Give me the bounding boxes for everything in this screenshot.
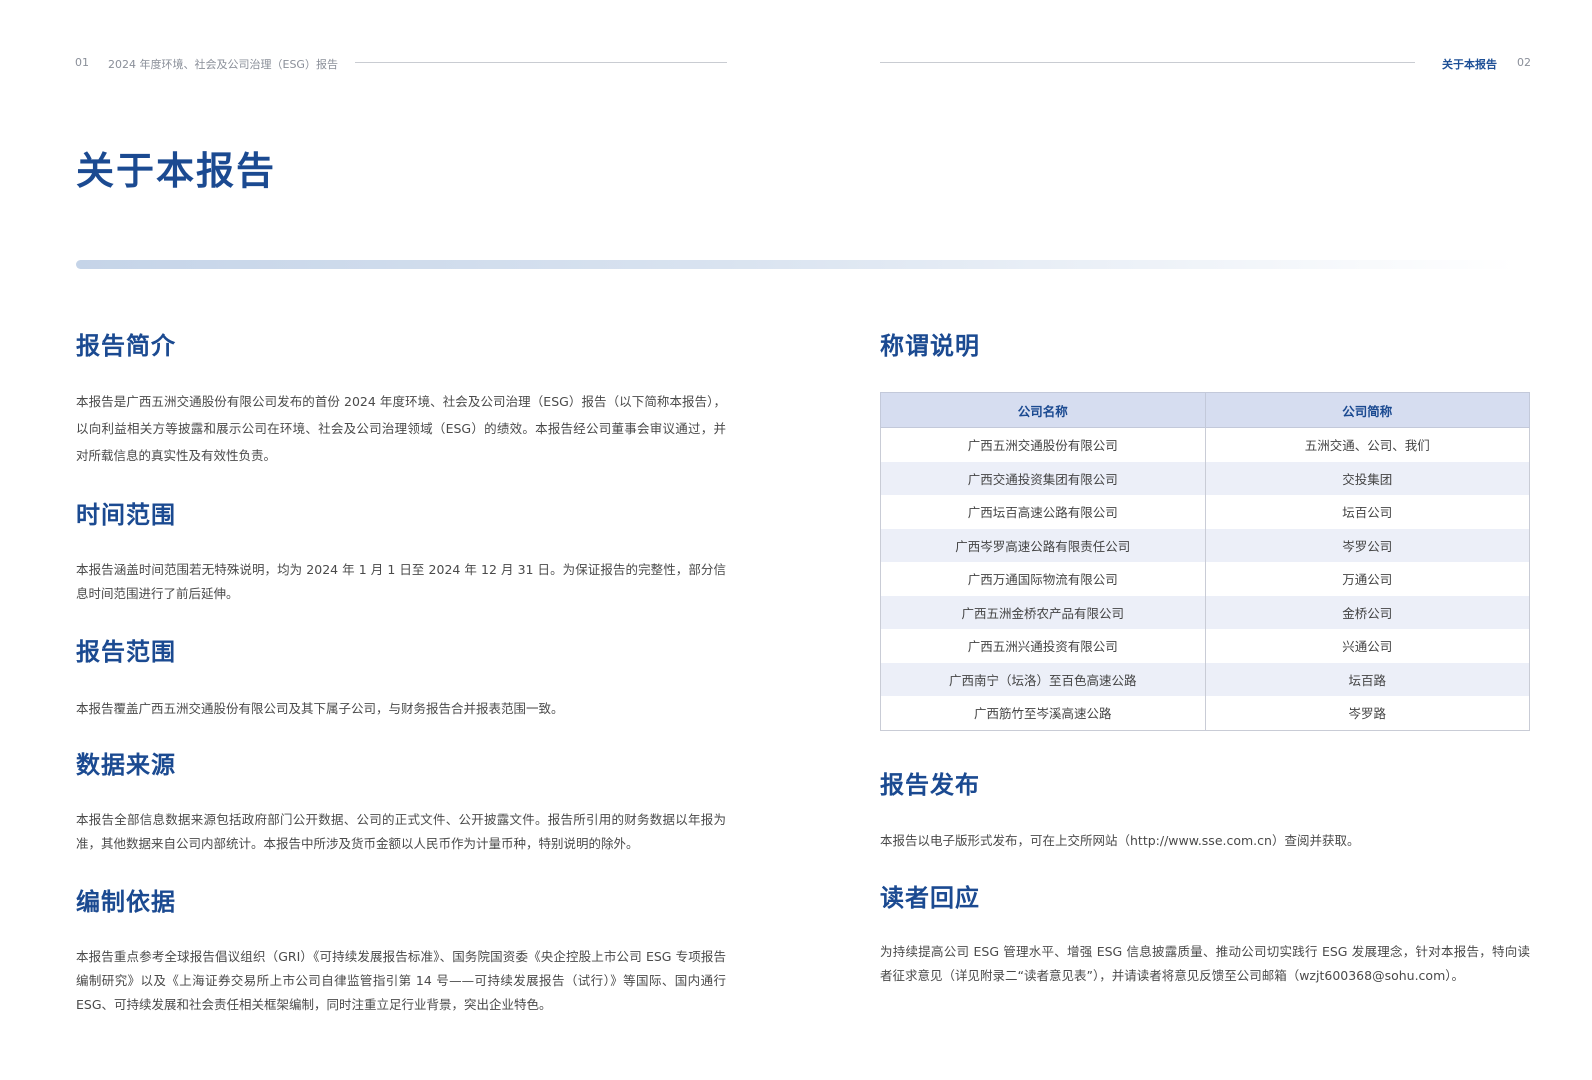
company-name-cell: 广西五洲兴通投资有限公司: [880, 629, 1206, 663]
short-name-cell: 坛百路: [1204, 662, 1530, 696]
short-name-cell: 金桥公司: [1204, 595, 1530, 629]
left-page-number: 01: [75, 56, 89, 69]
company-name-table: 公司名称 公司简称 广西五洲交通股份有限公司 五洲交通、公司、我们 广西交通投资…: [880, 392, 1530, 731]
section-text-feedback: 为持续提高公司 ESG 管理水平、增强 ESG 信息披露质量、推动公司切实践行 …: [880, 944, 1530, 983]
short-name-cell: 岑罗公司: [1204, 528, 1530, 562]
short-name-cell: 坛百公司: [1204, 495, 1530, 529]
company-name-cell: 广西五洲交通股份有限公司: [880, 427, 1206, 462]
company-name-cell: 广西筋竹至岑溪高速公路: [880, 696, 1206, 731]
company-name-cell: 广西万通国际物流有限公司: [880, 562, 1206, 596]
section-title-basis: 编制依据: [76, 888, 176, 916]
section-title-names: 称谓说明: [880, 332, 980, 360]
section-text-release: 本报告以电子版形式发布，可在上交所网站（http://www.sse.com.c…: [880, 833, 1360, 848]
table-row: 广西南宁（坛洛）至百色高速公路 坛百路: [880, 662, 1530, 696]
report-running-title: 2024 年度环境、社会及公司治理（ESG）报告: [108, 58, 338, 71]
section-title-scope: 报告范围: [76, 638, 176, 666]
company-name-cell: 广西五洲金桥农产品有限公司: [880, 595, 1206, 629]
section-text-data-source: 本报告全部信息数据来源包括政府部门公开数据、公司的正式文件、公开披露文件。报告所…: [76, 812, 726, 851]
page-title: 关于本报告: [76, 149, 277, 193]
section-text-basis: 本报告重点参考全球报告倡议组织（GRI）《可持续发展报告标准》、国务院国资委《央…: [76, 949, 726, 1012]
section-title-data-source: 数据来源: [76, 751, 176, 779]
table-header-row: 公司名称 公司简称: [880, 392, 1530, 428]
column-header-company-name: 公司名称: [880, 392, 1206, 428]
table-row: 广西坛百高速公路有限公司 坛百公司: [880, 495, 1530, 529]
short-name-cell: 交投集团: [1204, 461, 1530, 495]
table-row: 广西筋竹至岑溪高速公路 岑罗路: [880, 696, 1530, 731]
header-divider-left: [355, 62, 727, 63]
title-gradient-bar: [76, 260, 1516, 269]
section-title-feedback: 读者回应: [880, 884, 980, 912]
table-row: 广西五洲兴通投资有限公司 兴通公司: [880, 629, 1530, 663]
company-name-cell: 广西交通投资集团有限公司: [880, 461, 1206, 495]
section-title-time-range: 时间范围: [76, 501, 176, 529]
short-name-cell: 兴通公司: [1204, 629, 1530, 663]
table-row: 广西五洲金桥农产品有限公司 金桥公司: [880, 595, 1530, 629]
section-title-release: 报告发布: [880, 771, 980, 799]
right-page-number: 02: [1517, 56, 1531, 69]
section-running-title: 关于本报告: [1442, 58, 1497, 71]
table-row: 广西交通投资集团有限公司 交投集团: [880, 461, 1530, 495]
column-header-short-name: 公司简称: [1204, 392, 1530, 428]
company-name-cell: 广西岑罗高速公路有限责任公司: [880, 528, 1206, 562]
short-name-cell: 万通公司: [1204, 562, 1530, 596]
section-text-scope: 本报告覆盖广西五洲交通股份有限公司及其下属子公司，与财务报告合并报表范围一致。: [76, 701, 564, 716]
table-row: 广西万通国际物流有限公司 万通公司: [880, 562, 1530, 596]
company-name-cell: 广西南宁（坛洛）至百色高速公路: [880, 662, 1206, 696]
table-row: 广西岑罗高速公路有限责任公司 岑罗公司: [880, 528, 1530, 562]
company-name-cell: 广西坛百高速公路有限公司: [880, 495, 1206, 529]
section-text-time-range: 本报告涵盖时间范围若无特殊说明，均为 2024 年 1 月 1 日至 2024 …: [76, 562, 726, 601]
short-name-cell: 岑罗路: [1204, 696, 1530, 731]
header-divider-right: [880, 62, 1415, 63]
table-row: 广西五洲交通股份有限公司 五洲交通、公司、我们: [880, 427, 1530, 462]
short-name-cell: 五洲交通、公司、我们: [1204, 427, 1530, 462]
section-title-overview: 报告简介: [76, 332, 176, 360]
section-text-overview: 本报告是广西五洲交通股份有限公司发布的首份 2024 年度环境、社会及公司治理（…: [76, 394, 726, 463]
